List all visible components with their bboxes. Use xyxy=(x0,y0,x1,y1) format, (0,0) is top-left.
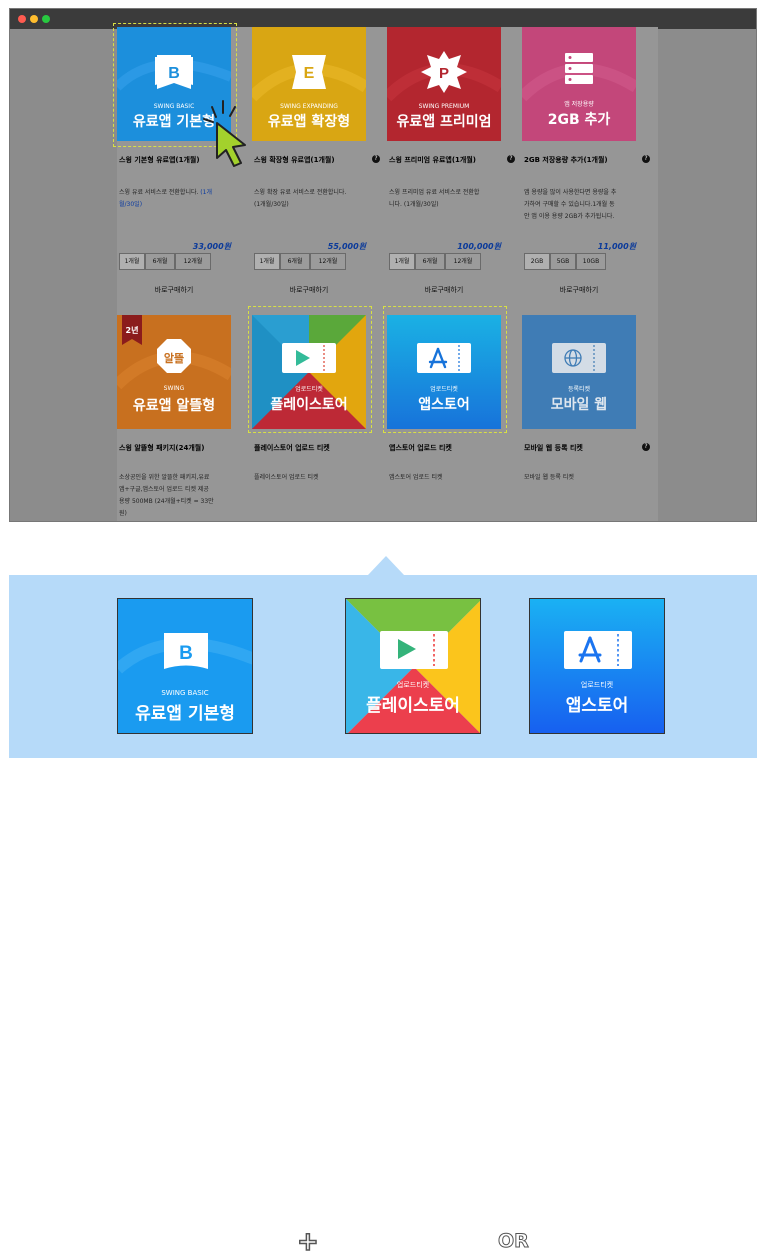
svg-text:B: B xyxy=(179,643,193,664)
buy-now-button[interactable]: 바로구매하기 xyxy=(389,285,499,295)
option-button[interactable]: 1개월 xyxy=(119,253,145,270)
product-thumb-mobileweb[interactable]: 등록티켓 모바일 웹 xyxy=(522,315,636,429)
highlight-playstore xyxy=(248,306,372,433)
product-thumb-storage[interactable]: 앱 저장용량 2GB 추가 xyxy=(522,27,636,141)
buy-now-button[interactable]: 바로구매하기 xyxy=(524,285,634,295)
product-desc: 소상공인을 위한 알뜰한 패키지,유료 앱+구글,앱스토어 업로드 티켓 제공 용량… xyxy=(119,474,214,517)
product-desc: 스윙 프리미엄 유료 서비스로 전환합 니다. (1개월/30일) xyxy=(389,189,480,208)
product-title[interactable]: 2GB 저장용량 추가(1개월) xyxy=(524,155,654,165)
buy-now-button[interactable]: 바로구매하기 xyxy=(254,285,364,295)
minimize-window-button[interactable] xyxy=(30,15,38,23)
period-options: 1개월 6개월 12개월 xyxy=(389,253,481,270)
option-button[interactable]: 1개월 xyxy=(254,253,280,270)
brand-label: 앱 저장용량 xyxy=(564,101,594,108)
saver-badge: 알뜰 xyxy=(163,352,185,365)
product-thumb-premium[interactable]: P SWING PREMIUM 유료앱 프리미엄 xyxy=(387,27,501,141)
product-card-storage[interactable]: 앱 저장용량 2GB 추가 2GB 저장용량 추가(1개월) ? 앱 용량을 많… xyxy=(522,27,658,319)
brand-label: 업로드티켓 xyxy=(580,681,614,689)
browser-window: B SWING BASIC 유료앱 기본형 스윙 기본형 유료앱(1개월) 스윙… xyxy=(9,8,757,522)
buy-now-button[interactable]: 바로구매하기 xyxy=(119,285,229,295)
period-options: 1개월 6개월 12개월 xyxy=(254,253,346,270)
product-card-saver[interactable]: 2년 알뜰 SWING 유료앱 알뜰형 스윙 알뜰형 패키지(24개월) 소상공… xyxy=(117,315,253,521)
product-name: 유료앱 알뜰형 xyxy=(132,398,216,414)
storage-options: 2GB 5GB 10GB xyxy=(524,253,606,270)
plus-sign: + xyxy=(296,1226,319,1257)
bundle-playstore-card: 업로드티켓 플레이스토어 xyxy=(345,598,481,734)
product-thumb-expanding[interactable]: E SWING EXPANDING 유료앱 확장형 xyxy=(252,27,366,141)
product-desc: 앱스토어 업로드 티켓 xyxy=(389,474,443,481)
brand-label: 등록티켓 xyxy=(567,386,591,393)
cursor-arrow-icon xyxy=(203,100,246,167)
svg-text:P: P xyxy=(439,65,449,82)
option-button[interactable]: 12개월 xyxy=(175,253,211,270)
product-desc: 모바일 웹 등록 티켓 xyxy=(524,474,574,481)
option-button[interactable]: 12개월 xyxy=(445,253,481,270)
product-title[interactable]: 모바일 웹 등록 티켓 xyxy=(524,443,654,453)
option-button[interactable]: 6개월 xyxy=(415,253,445,270)
product-name: 모바일 웹 xyxy=(550,397,608,413)
brand-label: SWING PREMIUM xyxy=(418,103,470,110)
brand-label: SWING xyxy=(163,385,185,392)
product-card-expanding[interactable]: E SWING EXPANDING 유료앱 확장형 스윙 확장형 유료앱(1개월… xyxy=(252,27,388,319)
option-button[interactable]: 5GB xyxy=(550,253,576,270)
product-card-mobileweb[interactable]: 등록티켓 모바일 웹 모바일 웹 등록 티켓 ? 모바일 웹 등록 티켓 xyxy=(522,315,658,521)
product-card-premium[interactable]: P SWING PREMIUM 유료앱 프리미엄 스윙 프리미엄 유료앱(1개월… xyxy=(387,27,523,319)
help-icon[interactable]: ? xyxy=(642,443,650,451)
product-name: 2GB 추가 xyxy=(547,112,611,128)
product-price: 33,000원 xyxy=(192,242,231,251)
option-button[interactable]: 12개월 xyxy=(310,253,346,270)
ribbon-label: 2년 xyxy=(125,326,139,335)
product-desc: 스윙 확장 유료 서비스로 전환합니다. (1개월/30일) xyxy=(254,189,347,208)
product-price: 11,000원 xyxy=(597,242,636,251)
option-button[interactable]: 10GB xyxy=(576,253,606,270)
brand-label: SWING BASIC xyxy=(161,689,209,697)
product-desc: 앱 용량을 많이 사용한다면 용량을 추 가하여 구매할 수 있습니다.1개월 동… xyxy=(524,189,617,220)
product-title[interactable]: 스윙 확장형 유료앱(1개월) xyxy=(254,155,384,165)
bundle-appstore-card: 업로드티켓 앱스토어 xyxy=(529,598,665,734)
help-icon[interactable]: ? xyxy=(642,155,650,163)
option-button[interactable]: 6개월 xyxy=(145,253,175,270)
product-title[interactable]: 플레이스토어 업로드 티켓 xyxy=(254,443,384,453)
brand-label: 업로드티켓 xyxy=(396,681,430,689)
product-name: 플레이스토어 xyxy=(366,696,460,716)
product-name: 유료앱 확장형 xyxy=(267,114,351,130)
product-thumb-saver[interactable]: 2년 알뜰 SWING 유료앱 알뜰형 xyxy=(117,315,231,429)
or-label: OR xyxy=(498,1230,530,1253)
maximize-window-button[interactable] xyxy=(42,15,50,23)
product-title[interactable]: 스윙 알뜰형 패키지(24개월) xyxy=(119,443,249,453)
product-title[interactable]: 앱스토어 업로드 티켓 xyxy=(389,443,519,453)
bundle-basic-card: B SWING BASIC 유료앱 기본형 xyxy=(117,598,253,734)
product-price: 55,000원 xyxy=(327,242,366,251)
product-name: 유료앱 기본형 xyxy=(135,704,235,724)
product-desc: 스윙 유료 서비스로 전환합니다. (1개 월/30일) xyxy=(119,189,212,208)
product-desc: 플레이스토어 업로드 티켓 xyxy=(254,474,319,481)
panel-pointer xyxy=(368,556,404,575)
close-window-button[interactable] xyxy=(18,15,26,23)
help-icon[interactable]: ? xyxy=(507,155,515,163)
brand-label: SWING EXPANDING xyxy=(280,103,338,110)
product-name: 앱스토어 xyxy=(565,696,629,716)
product-price: 100,000원 xyxy=(457,242,501,251)
option-button[interactable]: 2GB xyxy=(524,253,550,270)
highlight-appstore xyxy=(383,306,507,433)
option-button[interactable]: 6개월 xyxy=(280,253,310,270)
product-name: 유료앱 프리미엄 xyxy=(396,114,492,130)
bundle-panel: B SWING BASIC 유료앱 기본형 + 업로드티켓 플레이스토어 OR … xyxy=(9,575,757,1257)
help-icon[interactable]: ? xyxy=(372,155,380,163)
option-button[interactable]: 1개월 xyxy=(389,253,415,270)
product-title[interactable]: 스윙 프리미엄 유료앱(1개월) xyxy=(389,155,519,165)
period-options: 1개월 6개월 12개월 xyxy=(119,253,211,270)
svg-text:E: E xyxy=(304,65,315,82)
